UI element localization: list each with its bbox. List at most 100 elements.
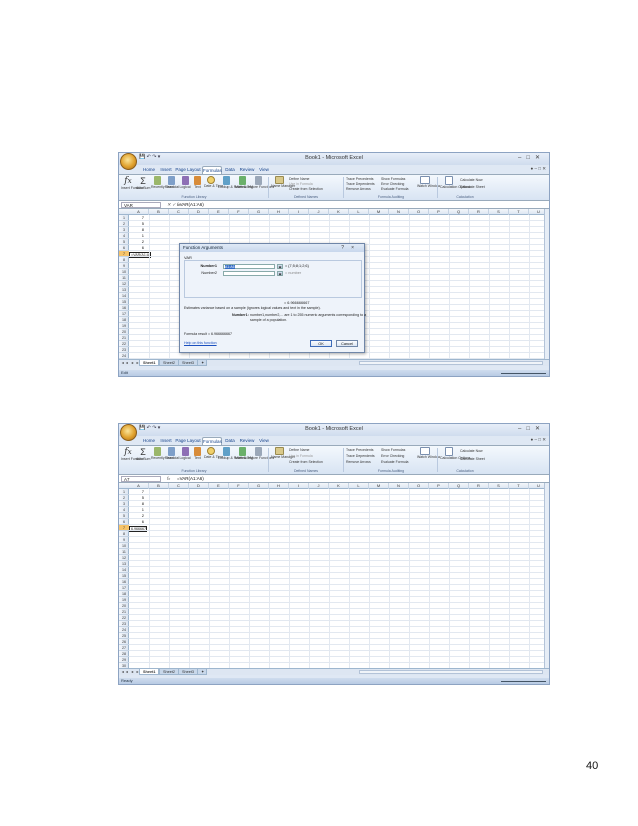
autosum-button[interactable]: Σ AutoSum: [136, 176, 150, 190]
collapse-dialog-icon[interactable]: ▣: [277, 271, 283, 276]
zoom-slider[interactable]: [486, 371, 546, 375]
use-in-formula-button[interactable]: Use in Formula: [289, 182, 313, 186]
office-button[interactable]: [120, 424, 137, 441]
number1-input[interactable]: A1:A6: [223, 264, 275, 269]
watch-window-button[interactable]: Watch Window: [417, 447, 440, 459]
tab-home[interactable]: Home: [141, 437, 157, 445]
logical-button[interactable]: Logical: [179, 447, 191, 460]
calculation-options-button[interactable]: Calculation Options: [440, 176, 470, 189]
lookup-reference-button[interactable]: Lookup & Reference: [218, 176, 250, 189]
tab-page-layout[interactable]: Page Layout: [175, 437, 201, 445]
date-time-button[interactable]: Date & Time: [204, 176, 223, 188]
sheet-tab-3[interactable]: Sheet3: [178, 669, 199, 675]
trace-dependents-button[interactable]: Trace Dependents: [346, 182, 375, 186]
zoom-track[interactable]: [501, 373, 546, 374]
column-header[interactable]: M: [369, 483, 389, 489]
sheet-tab-3[interactable]: Sheet3: [178, 360, 199, 366]
column-header[interactable]: L: [349, 483, 369, 489]
help-icon[interactable]: ?: [341, 245, 351, 251]
column-header[interactable]: N: [389, 209, 409, 215]
sheet-tab-1[interactable]: Sheet1: [139, 360, 160, 366]
help-icon[interactable]: ● – □ ✕: [531, 437, 546, 443]
recently-used-button[interactable]: Recently Used: [151, 176, 174, 189]
tab-view[interactable]: View: [257, 437, 271, 445]
define-name-button[interactable]: Define Name: [289, 177, 309, 181]
math-trig-button[interactable]: Math & Trig: [235, 447, 253, 460]
close-icon[interactable]: ×: [351, 245, 361, 251]
evaluate-formula-button[interactable]: Evaluate Formula: [381, 460, 408, 464]
tab-formulas[interactable]: Formulas: [202, 166, 222, 174]
column-header[interactable]: J: [309, 483, 329, 489]
column-header[interactable]: M: [369, 209, 389, 215]
active-cell[interactable]: 6.966667: [129, 526, 147, 532]
column-header[interactable]: B: [149, 209, 169, 215]
tab-view[interactable]: View: [257, 166, 271, 174]
lookup-reference-button[interactable]: Lookup & Reference: [218, 447, 250, 460]
define-name-button[interactable]: Define Name: [289, 448, 309, 452]
evaluate-formula-button[interactable]: Evaluate Formula: [381, 187, 408, 191]
column-header[interactable]: K: [329, 209, 349, 215]
sheet-tab-1[interactable]: Sheet1: [139, 669, 160, 675]
column-header[interactable]: R: [469, 483, 489, 489]
cancel-button[interactable]: Cancel: [336, 340, 358, 347]
calculate-sheet-button[interactable]: Calculate Sheet: [460, 457, 485, 461]
trace-precedents-button[interactable]: Trace Precedents: [346, 177, 374, 181]
create-from-selection-button[interactable]: Create from Selection: [289, 460, 323, 464]
zoom-track[interactable]: [501, 681, 546, 682]
formula-input[interactable]: =VAR(A1:A6): [177, 202, 204, 207]
insert-function-button[interactable]: fx Insert Function: [121, 447, 144, 461]
data-cell[interactable]: 6: [130, 245, 144, 251]
column-header[interactable]: I: [289, 483, 309, 489]
window-controls[interactable]: –□✕: [518, 154, 545, 161]
tab-formulas[interactable]: Formulas: [202, 437, 222, 445]
zoom-slider[interactable]: [486, 679, 546, 683]
column-header[interactable]: R: [469, 209, 489, 215]
text-functions-button[interactable]: Text: [192, 447, 203, 460]
column-header[interactable]: O: [409, 209, 429, 215]
column-header[interactable]: E: [209, 209, 229, 215]
show-formulas-button[interactable]: Show Formulas: [381, 448, 405, 452]
column-header[interactable]: F: [229, 209, 249, 215]
name-manager-button[interactable]: Name Manager: [271, 447, 295, 459]
column-header[interactable]: S: [489, 483, 509, 489]
more-functions-button[interactable]: More Functions: [250, 447, 274, 460]
insert-function-button[interactable]: fx Insert Function: [121, 176, 144, 190]
name-box[interactable]: VAR: [121, 202, 161, 208]
column-header[interactable]: E: [209, 483, 229, 489]
autosum-button[interactable]: Σ AutoSum: [136, 447, 150, 461]
more-functions-button[interactable]: More Functions: [250, 176, 274, 189]
horizontal-scrollbar[interactable]: [359, 361, 543, 365]
column-header[interactable]: S: [489, 209, 509, 215]
tab-insert[interactable]: Insert: [158, 166, 174, 174]
calculate-sheet-button[interactable]: Calculate Sheet: [460, 185, 485, 189]
number2-input[interactable]: [223, 271, 275, 276]
column-header[interactable]: B: [149, 483, 169, 489]
formula-input[interactable]: =VAR(A1:A6): [177, 476, 204, 481]
column-header[interactable]: T: [509, 483, 529, 489]
error-checking-button[interactable]: Error Checking: [381, 454, 404, 458]
tab-data[interactable]: Data: [223, 166, 237, 174]
column-header[interactable]: P: [429, 209, 449, 215]
column-header[interactable]: Q: [449, 483, 469, 489]
calculation-options-button[interactable]: Calculation Options: [440, 447, 470, 460]
column-header[interactable]: G: [249, 483, 269, 489]
financial-button[interactable]: Financial: [165, 447, 179, 460]
financial-button[interactable]: Financial: [165, 176, 179, 189]
calculate-now-button[interactable]: Calculate Now: [460, 178, 483, 182]
recently-used-button[interactable]: Recently Used: [151, 447, 174, 460]
column-header[interactable]: C: [169, 483, 189, 489]
column-header[interactable]: K: [329, 483, 349, 489]
watch-window-button[interactable]: Watch Window: [417, 176, 440, 188]
sheet-tab-2[interactable]: Sheet2: [159, 669, 180, 675]
sheet-tab-2[interactable]: Sheet2: [159, 360, 180, 366]
collapse-dialog-icon[interactable]: ▣: [277, 264, 283, 269]
math-trig-button[interactable]: Math & Trig: [235, 176, 253, 189]
calculate-now-button[interactable]: Calculate Now: [460, 449, 483, 453]
tab-page-layout[interactable]: Page Layout: [175, 166, 201, 174]
tab-home[interactable]: Home: [141, 166, 157, 174]
column-header[interactable]: T: [509, 209, 529, 215]
column-header[interactable]: D: [189, 209, 209, 215]
window-controls[interactable]: –□✕: [518, 425, 545, 432]
name-box[interactable]: A7: [121, 476, 161, 482]
create-from-selection-button[interactable]: Create from Selection: [289, 187, 323, 191]
